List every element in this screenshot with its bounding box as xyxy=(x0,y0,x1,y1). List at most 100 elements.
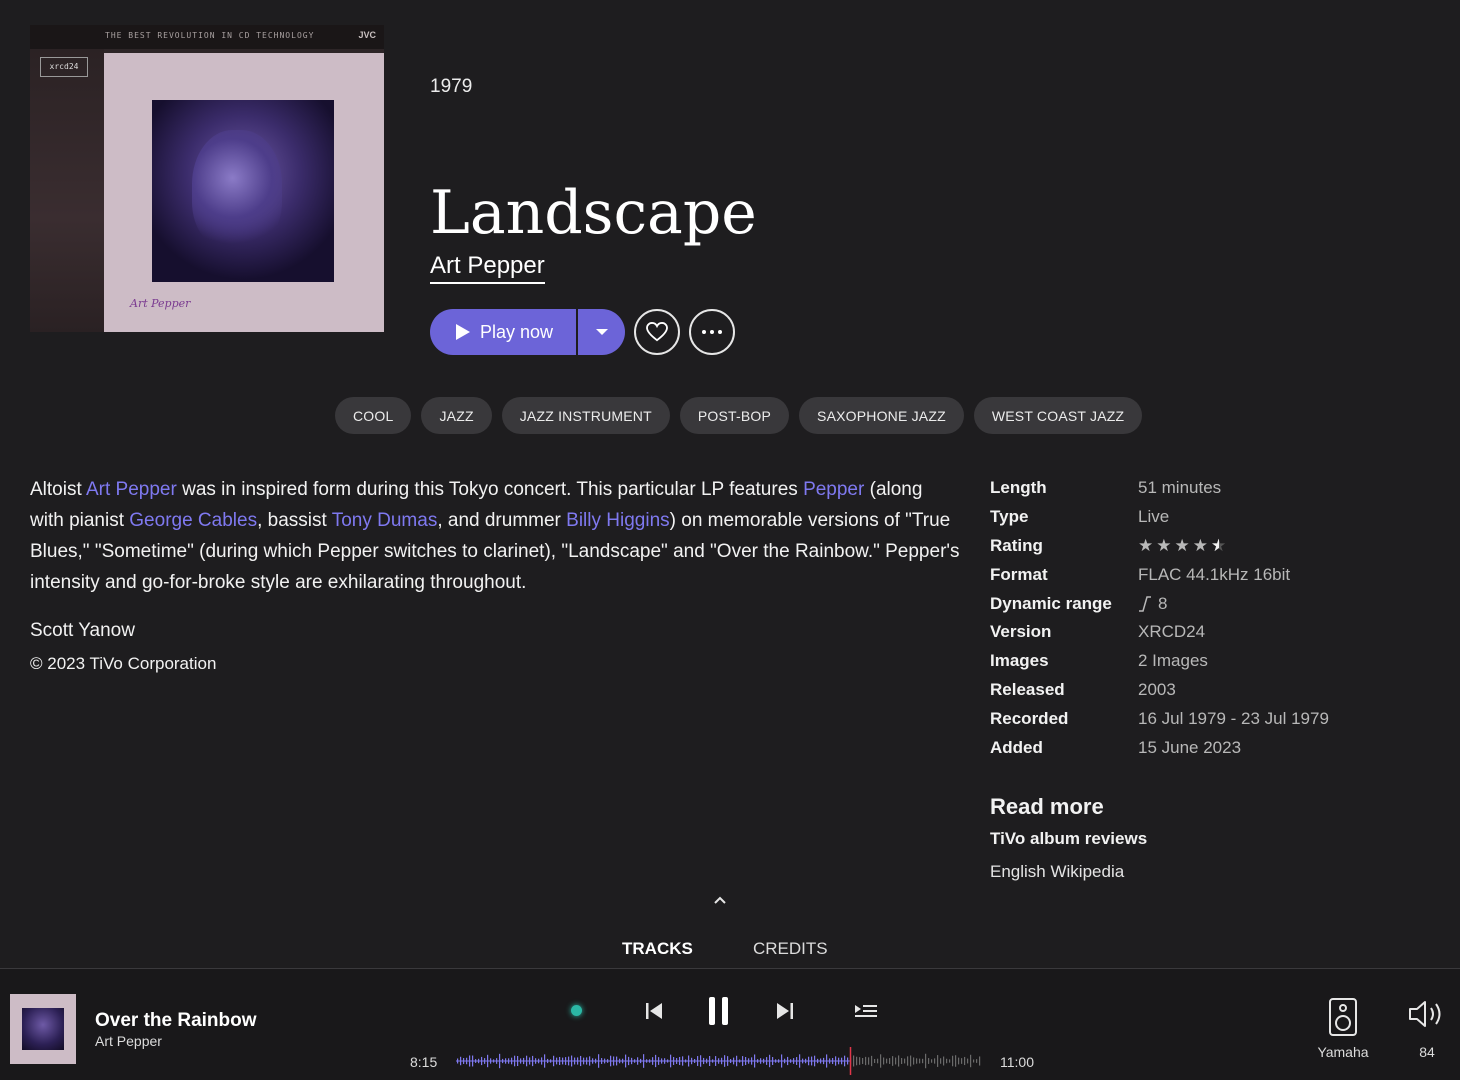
detail-value[interactable]: 2 Images xyxy=(1138,651,1208,671)
waveform-bar xyxy=(916,1058,918,1064)
detail-value: Live xyxy=(1138,507,1170,527)
playhead xyxy=(849,1047,852,1075)
current-time: 8:15 xyxy=(410,1054,438,1070)
detail-value: 8 xyxy=(1138,594,1167,614)
detail-format: Format FLAC 44.1kHz 16bit xyxy=(990,560,1329,589)
next-track-button[interactable] xyxy=(775,1001,795,1021)
star-full-icon: ★ xyxy=(1138,535,1154,555)
waveform-bar xyxy=(967,1058,969,1064)
waveform-bar xyxy=(892,1056,894,1066)
genre-tag[interactable]: POST-BOP xyxy=(679,397,790,434)
review-text: , and drummer xyxy=(437,510,567,531)
detail-label: Released xyxy=(990,679,1065,699)
previous-track-button[interactable] xyxy=(644,1001,664,1021)
now-playing-artist[interactable]: Art Pepper xyxy=(95,1033,162,1049)
genre-tags: COOL JAZZ JAZZ INSTRUMENT POST-BOP SAXOPHONE… xyxy=(335,397,1143,434)
genre-tag[interactable]: JAZZ xyxy=(421,397,492,434)
waveform-played-line xyxy=(456,1060,850,1062)
detail-added: Added 15 June 2023 xyxy=(990,733,1329,762)
review-artist-link[interactable]: Billy Higgins xyxy=(566,510,669,531)
album-details: Length 51 minutes Type Live Rating ★ ★ ★ ★ ★… xyxy=(990,474,1329,762)
cover-label: JVC xyxy=(358,30,376,40)
album-review: Altoist Art Pepper was in inspired form … xyxy=(30,474,960,598)
tivo-reviews-link[interactable]: TiVo album reviews xyxy=(990,829,1147,849)
detail-value: 15 June 2023 xyxy=(1138,737,1242,757)
volume-level[interactable]: 84 xyxy=(1410,1044,1444,1060)
waveform-bar xyxy=(910,1055,912,1067)
speaker-icon[interactable] xyxy=(1319,997,1367,1037)
waveform-bar xyxy=(883,1057,885,1065)
review-text: , bassist xyxy=(257,510,332,531)
review-artist-link[interactable]: Pepper xyxy=(803,479,864,500)
album-artist-link[interactable]: Art Pepper xyxy=(430,252,545,284)
queue-button[interactable] xyxy=(854,1002,878,1020)
now-playing-title[interactable]: Over the Rainbow xyxy=(95,1010,257,1032)
album-cover[interactable]: THE BEST REVOLUTION IN CD TECHNOLOGY JVC… xyxy=(30,25,384,332)
waveform-bar xyxy=(958,1057,960,1065)
waveform-bar xyxy=(949,1059,951,1063)
waveform-bar xyxy=(877,1058,879,1064)
waveform-bar xyxy=(976,1059,978,1063)
waveform-bar xyxy=(970,1054,972,1068)
play-now-label: Play now xyxy=(480,321,554,342)
detail-images: Images 2 Images xyxy=(990,647,1329,676)
favorite-button[interactable] xyxy=(634,309,680,355)
waveform-bar xyxy=(865,1056,867,1066)
detail-label: Length xyxy=(990,478,1047,498)
waveform-bar xyxy=(853,1055,855,1067)
genre-tag[interactable]: WEST COAST JAZZ xyxy=(973,397,1143,434)
detail-value: 16 Jul 1979 - 23 Jul 1979 xyxy=(1138,708,1329,728)
waveform-bar xyxy=(874,1058,876,1064)
play-now-button[interactable]: Play now xyxy=(430,309,576,355)
waveform-bar xyxy=(931,1059,933,1063)
waveform-bar xyxy=(919,1058,921,1064)
wikipedia-link[interactable]: English Wikipedia xyxy=(990,862,1124,882)
cover-side-strip xyxy=(30,49,104,332)
tab-credits[interactable]: CREDITS xyxy=(753,939,828,959)
detail-recorded: Recorded 16 Jul 1979 - 23 Jul 1979 xyxy=(990,704,1329,733)
waveform-seekbar[interactable] xyxy=(456,1047,981,1075)
cover-inner-frame xyxy=(104,53,384,332)
album-title: Landscape xyxy=(430,178,757,248)
detail-label: Images xyxy=(990,651,1049,671)
star-half-icon: ★★ xyxy=(1211,535,1227,555)
review-artist-link[interactable]: George Cables xyxy=(129,510,257,531)
review-artist-link[interactable]: Art Pepper xyxy=(86,479,177,500)
detail-version: Version XRCD24 xyxy=(990,618,1329,647)
chevron-up-icon[interactable] xyxy=(713,895,727,905)
waveform-bar xyxy=(901,1057,903,1065)
detail-label: Dynamic range xyxy=(990,593,1112,613)
detail-dynamic-range: Dynamic range 8 xyxy=(990,589,1329,618)
genre-tag[interactable]: JAZZ INSTRUMENT xyxy=(501,397,670,434)
more-icon xyxy=(702,330,722,334)
play-options-dropdown[interactable] xyxy=(578,309,625,355)
total-time: 11:00 xyxy=(1000,1054,1034,1070)
cover-photo xyxy=(152,100,334,282)
review-copyright: © 2023 TiVo Corporation xyxy=(30,654,217,673)
waveform-bar xyxy=(964,1056,966,1066)
waveform-bar xyxy=(856,1056,858,1066)
review-text: was in inspired form during this Tokyo c… xyxy=(176,479,804,500)
detail-value: 2003 xyxy=(1138,679,1176,699)
cover-top-text: THE BEST REVOLUTION IN CD TECHNOLOGY xyxy=(105,31,315,40)
waveform-bar xyxy=(880,1054,882,1068)
waveform-bar xyxy=(973,1059,975,1063)
tab-tracks[interactable]: TRACKS xyxy=(622,939,693,959)
dynamic-range-icon xyxy=(1139,595,1151,612)
detail-released: Released 2003 xyxy=(990,676,1329,705)
star-full-icon: ★ xyxy=(1156,535,1172,555)
genre-tag[interactable]: COOL xyxy=(335,397,412,434)
rating-stars[interactable]: ★★★★★★ xyxy=(1138,536,1226,556)
now-playing-cover[interactable] xyxy=(10,994,76,1064)
dynamic-range-value: 8 xyxy=(1158,593,1168,613)
detail-type: Type Live xyxy=(990,503,1329,532)
review-artist-link[interactable]: Tony Dumas xyxy=(332,510,438,531)
pause-button[interactable] xyxy=(706,995,732,1027)
waveform-bar xyxy=(928,1058,930,1064)
volume-icon[interactable] xyxy=(1408,999,1446,1029)
more-options-button[interactable] xyxy=(689,309,735,355)
output-device-label[interactable]: Yamaha xyxy=(1300,1044,1386,1060)
waveform-bar xyxy=(940,1058,942,1064)
waveform-bar xyxy=(886,1058,888,1064)
genre-tag[interactable]: SAXOPHONE JAZZ xyxy=(799,397,964,434)
